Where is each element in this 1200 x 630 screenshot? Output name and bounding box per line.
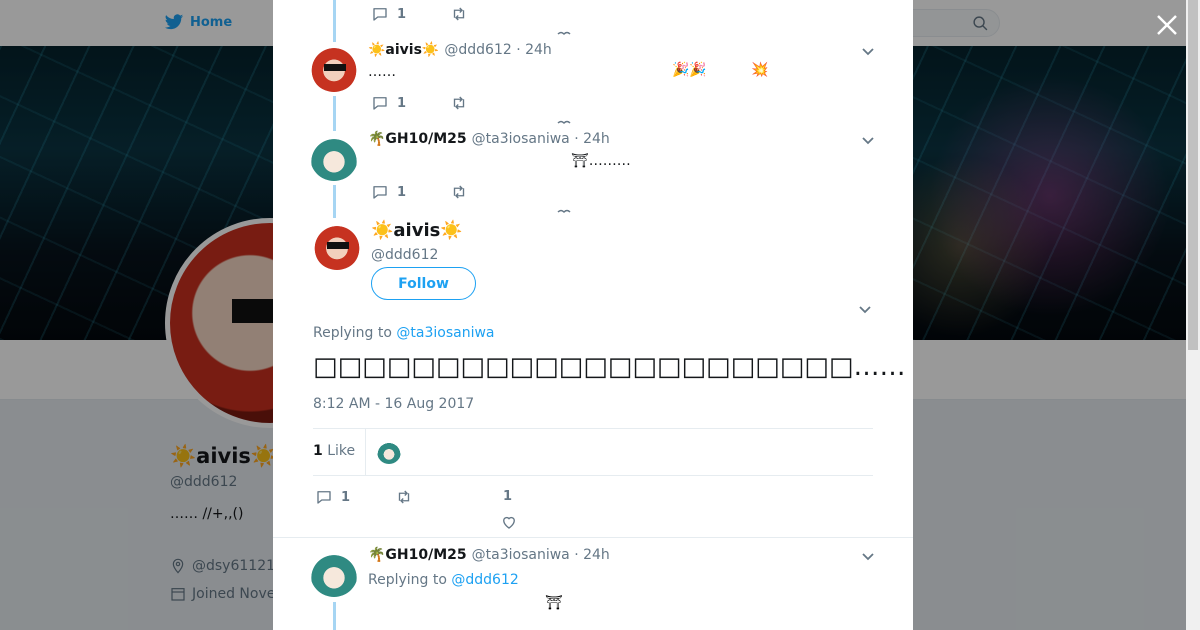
like-stat-count: 1 — [313, 443, 323, 459]
thread-line — [333, 602, 336, 630]
tweet-author-name[interactable]: 🌴GH10/M25 — [368, 547, 467, 563]
heart-icon[interactable] — [500, 513, 518, 531]
replying-to-prefix: Replying to — [368, 572, 447, 588]
replying-to: Replying to @ddd612 — [368, 572, 519, 588]
chevron-down-icon[interactable] — [858, 303, 872, 317]
retweet-icon — [398, 490, 410, 504]
like-stat[interactable]: 1 Like — [313, 443, 355, 459]
retweet-button[interactable] — [450, 183, 468, 201]
tweet-author-name[interactable]: 🌴GH10/M25 — [368, 131, 467, 147]
more-icon[interactable] — [557, 208, 571, 214]
tweet-author-meta[interactable]: @ta3iosaniwa · 24h — [472, 131, 610, 147]
reply-count: 1 — [397, 95, 407, 111]
more-icon[interactable] — [557, 119, 571, 125]
main-tweet-text: □□□□□□□□□□□□□□□□□□□□□□…… □□□□□□□□□□□□□□□… — [313, 352, 913, 382]
tweet-emoji: 🎉🎉 — [672, 62, 707, 78]
retweet-button[interactable] — [450, 94, 468, 112]
tweet-modal: 1 ☀️aivis☀️ @ddd612 · 24h …… 🎉🎉 💥 1 🌴GH1… — [273, 0, 913, 630]
stats-divider — [365, 429, 366, 475]
reply-button[interactable]: 1 — [315, 488, 350, 506]
close-icon[interactable] — [1154, 12, 1180, 38]
tweet-author-name[interactable]: ☀️aivis☀️ — [368, 42, 439, 58]
reply-icon — [373, 8, 387, 21]
replying-to-link[interactable]: @ta3iosaniwa — [396, 325, 494, 341]
like-stat-label: Like — [327, 443, 356, 459]
tweet-text: …… — [368, 64, 396, 80]
reply-count: 1 — [341, 489, 351, 505]
avatar[interactable] — [310, 44, 358, 92]
thread-line — [333, 96, 336, 131]
avatar[interactable] — [310, 549, 358, 597]
reply-icon — [373, 186, 387, 199]
main-tweet-timestamp[interactable]: 8:12 AM - 16 Aug 2017 — [313, 396, 474, 412]
retweet-icon — [453, 185, 465, 199]
retweet-button[interactable] — [395, 488, 413, 506]
divider — [273, 537, 913, 538]
thread-line — [333, 0, 336, 42]
tweet-emoji: 💥 — [751, 62, 769, 78]
reply-count: 1 — [397, 6, 407, 22]
chevron-down-icon[interactable] — [861, 550, 875, 564]
replying-to: Replying to @ta3iosaniwa — [313, 325, 495, 341]
replying-to-prefix: Replying to — [313, 325, 392, 341]
main-tweet-author-handle[interactable]: @ddd612 — [371, 247, 438, 263]
tweet-header: 🌴GH10/M25 @ta3iosaniwa · 24h — [368, 131, 610, 147]
retweet-icon — [453, 7, 465, 21]
like-count: 1 — [503, 489, 513, 504]
tweet-stats: 1 Like — [313, 428, 873, 476]
reply-count: 1 — [397, 184, 407, 200]
reply-icon — [317, 491, 331, 504]
retweet-button[interactable] — [450, 5, 468, 23]
liker-avatar[interactable] — [377, 440, 401, 464]
avatar[interactable] — [310, 133, 358, 181]
chevron-down-icon[interactable] — [861, 45, 875, 59]
retweet-icon — [453, 96, 465, 110]
reply-button[interactable]: 1 — [371, 5, 406, 23]
tweet-text: ⛩……… — [571, 153, 631, 169]
replying-to-link[interactable]: @ddd612 — [451, 572, 518, 588]
thread-line — [333, 185, 336, 218]
chevron-down-icon[interactable] — [861, 134, 875, 148]
tweet-header: ☀️aivis☀️ @ddd612 · 24h — [368, 42, 552, 58]
avatar[interactable] — [313, 222, 361, 270]
tweet-author-meta[interactable]: @ddd612 · 24h — [444, 42, 551, 58]
reply-button[interactable]: 1 — [371, 94, 406, 112]
tweet-emoji: ⛩ — [545, 595, 563, 611]
tweet-author-meta[interactable]: @ta3iosaniwa · 24h — [472, 547, 610, 563]
reply-icon — [373, 97, 387, 110]
tweet-header: 🌴GH10/M25 @ta3iosaniwa · 24h — [368, 547, 610, 563]
more-icon[interactable] — [557, 30, 571, 36]
reply-button[interactable]: 1 — [371, 183, 406, 201]
scrollbar-thumb[interactable] — [1188, 0, 1198, 350]
follow-button[interactable]: Follow — [371, 267, 476, 300]
main-tweet-author-name[interactable]: ☀️aivis☀️ — [371, 220, 463, 241]
